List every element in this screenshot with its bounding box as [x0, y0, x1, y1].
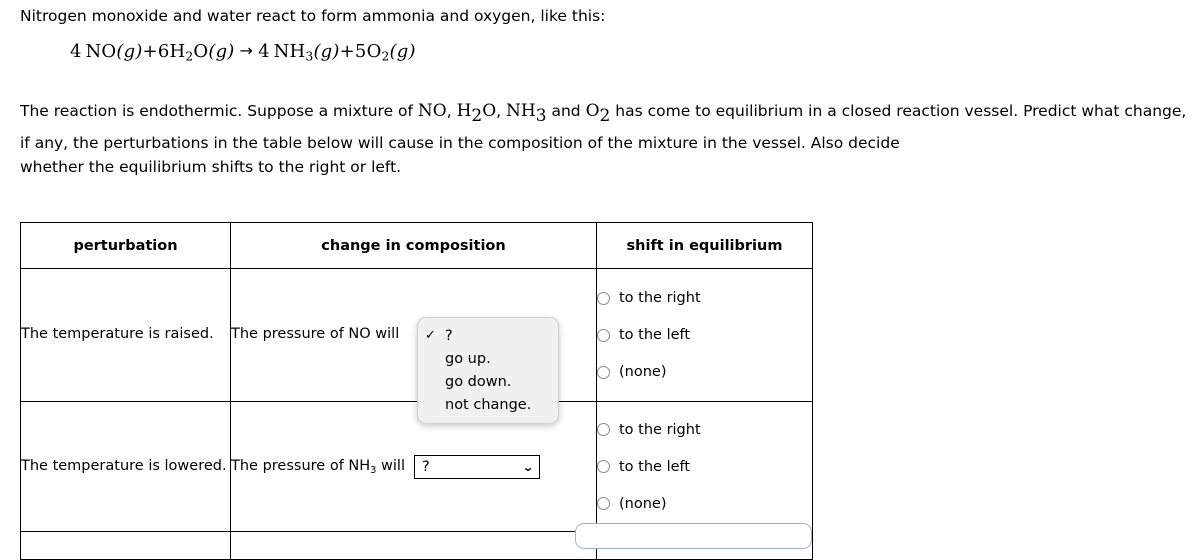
checkmark-icon: ✓ [425, 328, 436, 343]
radio-option-to-the-left-1[interactable]: to the left [597, 317, 812, 354]
equation-species-h2o-o: O [193, 41, 209, 62]
paragraph-chem-h2o-subscript: 2 [471, 105, 483, 126]
change-label-1: The pressure of NO will [231, 326, 399, 344]
equation-coefficient-h2o: 6 [157, 41, 170, 62]
radio-button-icon[interactable] [597, 460, 610, 473]
paragraph-chem-h2o-h: H [456, 101, 472, 121]
table-row: The temperature is lowered. The pressure… [20, 401, 813, 532]
table-header: perturbation change in composition shift… [20, 222, 813, 269]
dropdown-option-go-down[interactable]: go down. [418, 370, 558, 393]
paragraph-line-2: whether the equilibrium shifts to the ri… [20, 158, 402, 177]
equation-species-o2-subscript: 2 [381, 49, 390, 64]
dropdown-option-label: not change. [445, 396, 532, 413]
radio-label: to the right [619, 290, 701, 306]
change-species-2: NH [348, 457, 371, 474]
radio-label: to the left [619, 458, 691, 475]
equation-species-nh3: NH [273, 41, 306, 62]
change-label-suffix-1: will [370, 326, 400, 343]
shift-cell-1: to the right to the left (none) [596, 268, 813, 402]
equation-plus-1: + [142, 41, 158, 62]
table-header-row: perturbation change in composition shift… [20, 222, 813, 269]
dropdown-option-label: go down. [445, 373, 512, 390]
perturbation-cell-1: The temperature is raised. [20, 268, 231, 402]
reaction-arrow-icon: → [239, 41, 254, 60]
dropdown-option-label: ? [445, 327, 453, 344]
column-header-change-in-composition: change in composition [230, 222, 597, 269]
intro-text: Nitrogen monoxide and water react to for… [20, 7, 606, 25]
equation-state-no: (g) [116, 41, 143, 62]
pressure-change-select-2[interactable]: ? ⌄ [413, 454, 540, 479]
column-header-perturbation: perturbation [20, 222, 231, 269]
paragraph-part-1: The reaction is endothermic. Suppose a m… [20, 102, 418, 120]
radio-label: to the left [619, 327, 691, 343]
equation-species-h2o-h: H [169, 41, 186, 62]
equation-species-no: NO [85, 41, 117, 62]
change-cell-3 [230, 531, 597, 560]
column-header-shift-in-equilibrium: shift in equilibrium [596, 222, 813, 269]
equation-plus-2: + [339, 41, 355, 62]
paragraph-chem-nh3-subscript: 3 [535, 105, 547, 126]
equation-coefficient-nh3: 4 [258, 41, 270, 62]
change-inner-2: The pressure of NH3 will ? ⌄ [231, 454, 596, 479]
change-species-1: NO [348, 326, 371, 343]
paragraph-chem-o2-subscript: 2 [599, 105, 611, 126]
intro-sentence: Nitrogen monoxide and water react to for… [20, 5, 1190, 28]
paragraph-comma-2: , [496, 102, 507, 120]
perturbation-cell-2: The temperature is lowered. [20, 401, 231, 532]
perturbation-cell-3 [20, 531, 231, 560]
radio-option-none-2[interactable]: (none) [597, 485, 812, 522]
paragraph-chem-h2o-o: O [482, 101, 497, 121]
select-value: ? [421, 458, 430, 475]
dropdown-option-label: go up. [445, 350, 491, 367]
radio-button-icon[interactable] [597, 291, 610, 305]
bottom-partial-panel[interactable] [575, 523, 812, 549]
radio-option-to-the-right-2[interactable]: to the right [597, 411, 812, 448]
equation-state-h2o: (g) [208, 41, 235, 62]
radio-label: (none) [619, 364, 667, 380]
radio-option-to-the-left-2[interactable]: to the left [597, 448, 812, 485]
pressure-change-dropdown-menu-1[interactable]: ✓ ? go up. go down. not change. [417, 317, 559, 424]
equation-coefficient-o2: 5 [354, 41, 367, 62]
radio-label: (none) [619, 495, 667, 512]
radio-option-none-1[interactable]: (none) [597, 354, 812, 391]
paragraph-comma-1: , [446, 102, 457, 120]
change-label-prefix-2: The pressure of [231, 457, 349, 474]
equation-state-nh3: (g) [313, 41, 340, 62]
shift-cell-2: to the right to the left (none) [596, 401, 813, 532]
radio-button-icon[interactable] [597, 328, 610, 342]
question-paragraph: The reaction is endothermic. Suppose a m… [20, 97, 1195, 179]
change-label-prefix-1: The pressure of [231, 326, 349, 343]
radio-label: to the right [619, 421, 701, 438]
radio-option-to-the-right-1[interactable]: to the right [597, 280, 812, 317]
chevron-down-icon: ⌄ [521, 459, 535, 474]
paragraph-chem-o2: O [585, 101, 600, 121]
radio-button-icon[interactable] [597, 497, 610, 510]
paragraph-chem-no: NO [417, 101, 447, 121]
dropdown-option-not-change[interactable]: not change. [418, 393, 558, 416]
change-label-suffix-2: will [376, 457, 405, 474]
radio-button-icon[interactable] [597, 423, 610, 436]
paragraph-chem-nh3: NH [506, 101, 536, 121]
dropdown-option-question-mark[interactable]: ✓ ? [418, 324, 558, 347]
equation-state-o2: (g) [389, 41, 416, 62]
paragraph-and: and [546, 102, 586, 120]
change-label-2: The pressure of NH3 will [231, 458, 405, 476]
dropdown-option-go-up[interactable]: go up. [418, 347, 558, 370]
equation-coefficient-no: 4 [70, 41, 82, 62]
chemical-equation: 4 NO(g)+6H2O(g) → 4 NH3(g)+5O2(g) [70, 41, 416, 63]
equation-species-o2: O [366, 41, 382, 62]
radio-button-icon[interactable] [597, 365, 610, 379]
